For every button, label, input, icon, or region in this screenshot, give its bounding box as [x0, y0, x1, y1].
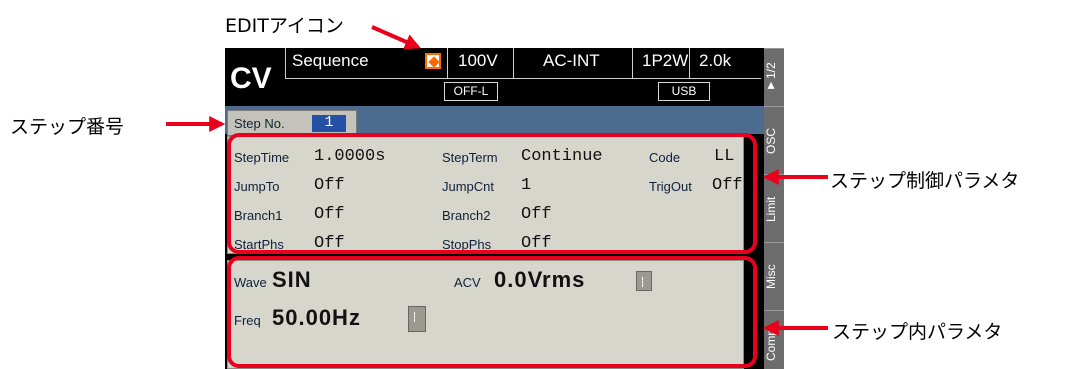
capacity: 2.0k [699, 51, 732, 70]
side-key-comp[interactable]: Comp [764, 310, 784, 369]
signal-source: AC-INT [543, 51, 600, 70]
side-key-osc[interactable]: OSC [764, 106, 784, 174]
interface-badge: USB [658, 82, 710, 101]
side-key-osc-label: OSC [764, 128, 778, 155]
callout-edit-icon: EDITアイコン [225, 15, 344, 37]
side-key-page-label: ▼1/2 [764, 62, 778, 94]
side-key-misc-label: Misc [764, 264, 778, 290]
voltage-range: 100V [458, 51, 498, 70]
highlight-step-control [227, 133, 757, 254]
header-sep-1 [285, 48, 286, 79]
wiring-mode: 1P2W [642, 51, 689, 70]
arrow-edit-icon [371, 25, 421, 50]
step-number-label: Step No. [234, 116, 285, 131]
side-key-misc[interactable]: Misc [764, 242, 784, 310]
highlight-step-inner [227, 256, 757, 368]
edit-icon[interactable] [425, 53, 441, 69]
side-key-limit-label: Limit [764, 196, 778, 222]
output-state-badge: OFF-L [444, 82, 498, 101]
callout-step-inner-params: ステップ内パラメタ [832, 321, 1003, 343]
header-sep-4 [632, 48, 633, 79]
callout-step-control-params: ステップ制御パラメタ [830, 170, 1020, 192]
header-sep-2 [447, 48, 448, 79]
step-number-value[interactable]: 1 [312, 115, 346, 132]
side-key-limit[interactable]: Limit [764, 174, 784, 242]
header-sep-3 [513, 48, 514, 79]
side-key-page[interactable]: ▼1/2 [764, 48, 784, 106]
mode-indicator: CV [230, 62, 272, 95]
header-sep-5 [689, 48, 690, 79]
function-name: Sequence [292, 51, 369, 70]
callout-step-number: ステップ番号 [10, 116, 125, 138]
side-key-comp-label: Comp [764, 329, 778, 362]
